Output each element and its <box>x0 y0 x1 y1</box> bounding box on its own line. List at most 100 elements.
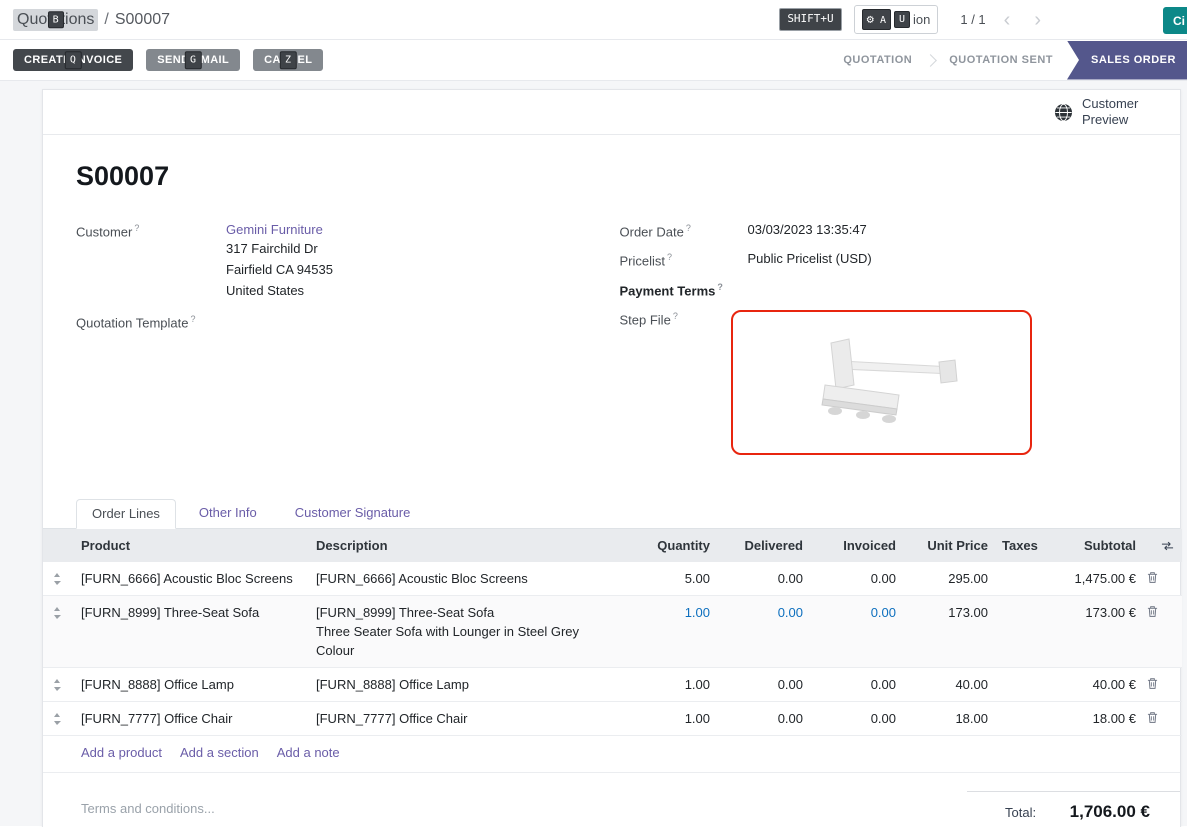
add-a-product-link[interactable]: Add a product <box>81 745 162 760</box>
breadcrumb-record: S00007 <box>115 11 170 29</box>
cell-quantity[interactable]: 1.00 <box>618 667 712 701</box>
delete-row-button[interactable] <box>1138 562 1162 596</box>
sheet-footer: Terms and conditions... Total: 1,706.00 … <box>43 773 1180 827</box>
step-file-preview-image[interactable] <box>731 310 1032 455</box>
totals-block: Total: 1,706.00 € <box>967 791 1180 822</box>
total-label: Total: <box>1005 805 1036 820</box>
cell-delivered[interactable]: 0.00 <box>712 667 805 701</box>
optional-columns-header <box>1162 529 1182 562</box>
tab-customer-signature[interactable]: Customer Signature <box>280 499 426 528</box>
optional-columns-icon[interactable] <box>1161 539 1174 554</box>
action-menu-button[interactable]: ⚙ A U ion <box>854 5 939 34</box>
total-amount: 1,706.00 € <box>1070 802 1150 822</box>
customer-preview-button[interactable]: Customer Preview <box>1054 96 1148 129</box>
notebook-tabs: Order Lines Other Info Customer Signatur… <box>43 499 1180 529</box>
status-quotation[interactable]: QUOTATION <box>829 54 926 66</box>
column-header-taxes: Taxes <box>990 529 1046 562</box>
cell-invoiced[interactable]: 0.00 <box>805 562 898 596</box>
cell-subtotal: 1,475.00 € <box>1046 562 1138 596</box>
cell-invoiced[interactable]: 0.00 <box>805 667 898 701</box>
drag-handle-icon <box>53 713 61 725</box>
drag-handle-icon <box>53 573 61 585</box>
cell-quantity[interactable]: 1.00 <box>618 595 712 667</box>
column-header-description: Description <box>312 529 618 562</box>
status-quotation-sent[interactable]: QUOTATION SENT <box>935 54 1067 66</box>
send-email-button[interactable]: SEND EMAIL G <box>146 49 240 71</box>
field-group-left: Customer? Gemini Furniture 317 Fairchild… <box>76 222 604 467</box>
field-groups: Customer? Gemini Furniture 317 Fairchild… <box>76 222 1147 467</box>
row-drag-handle[interactable] <box>43 701 73 735</box>
tab-order-lines[interactable]: Order Lines <box>76 499 176 529</box>
column-header-delivered: Delivered <box>712 529 805 562</box>
cell-delivered[interactable]: 0.00 <box>712 595 805 667</box>
breadcrumb-separator: / <box>104 11 108 29</box>
status-sales-order-active[interactable]: SALES ORDER <box>1067 41 1187 80</box>
cell-taxes[interactable] <box>990 595 1046 667</box>
cell-quantity[interactable]: 1.00 <box>618 701 712 735</box>
help-marker: ? <box>673 311 678 321</box>
cell-description[interactable]: [FURN_8888] Office Lamp <box>312 667 618 701</box>
action-menu-label: ion <box>913 12 930 27</box>
order-date-field-value[interactable]: 03/03/2023 13:35:47 <box>748 222 867 239</box>
cell-description[interactable]: [FURN_6666] Acoustic Bloc Screens <box>312 562 618 596</box>
cell-delivered[interactable]: 0.00 <box>712 701 805 735</box>
cell-unit-price[interactable]: 18.00 <box>898 701 990 735</box>
row-drag-handle[interactable] <box>43 667 73 701</box>
corner-action-button[interactable]: Ci <box>1163 7 1187 34</box>
pricelist-field-label: Pricelist? <box>620 251 748 268</box>
field-quotation-template[interactable]: Quotation Template? <box>76 313 604 330</box>
cell-unit-price[interactable]: 295.00 <box>898 562 990 596</box>
sheet-body: S00007 Customer? Gemini Furniture 317 Fa… <box>43 135 1180 467</box>
cell-unit-price[interactable]: 173.00 <box>898 595 990 667</box>
cancel-button[interactable]: CANCEL Z <box>253 49 323 71</box>
shortcut-hint-shift-u: SHIFT+U <box>779 8 841 31</box>
top-right-controls: SHIFT+U ⚙ A U ion 1 / 1 ‹ › <box>779 5 1047 34</box>
breadcrumb: Quotations B / S00007 <box>13 9 170 31</box>
cell-description[interactable]: [FURN_7777] Office Chair <box>312 701 618 735</box>
cell-delivered[interactable]: 0.00 <box>712 562 805 596</box>
terms-and-conditions-placeholder[interactable]: Terms and conditions... <box>43 777 215 816</box>
cell-invoiced[interactable]: 0.00 <box>805 595 898 667</box>
cell-subtotal: 40.00 € <box>1046 667 1138 701</box>
cell-taxes[interactable] <box>990 701 1046 735</box>
cell-product[interactable]: [FURN_6666] Acoustic Bloc Screens <box>73 562 312 596</box>
cell-description[interactable]: [FURN_8999] Three-Seat Sofa Three Seater… <box>312 595 618 667</box>
tab-other-info[interactable]: Other Info <box>184 499 272 528</box>
create-invoice-button[interactable]: CREATE INVOICE Q <box>13 49 133 71</box>
cell-product[interactable]: [FURN_8999] Three-Seat Sofa <box>73 595 312 667</box>
record-pager-value[interactable]: 1 / 1 <box>960 12 985 27</box>
trash-icon <box>1147 571 1158 584</box>
cell-taxes[interactable] <box>990 667 1046 701</box>
row-drag-handle[interactable] <box>43 595 73 667</box>
add-a-note-link[interactable]: Add a note <box>277 745 340 760</box>
delete-row-button[interactable] <box>1138 667 1162 701</box>
pager-next-icon[interactable]: › <box>1028 10 1047 30</box>
form-view-area: Customer Preview S00007 Customer? Gemini… <box>0 81 1187 826</box>
add-a-section-link[interactable]: Add a section <box>180 745 259 760</box>
customer-preview-label: Customer Preview <box>1082 96 1148 129</box>
gear-hint-box: ⚙ A <box>862 9 891 30</box>
help-marker: ? <box>134 223 139 233</box>
row-drag-handle[interactable] <box>43 562 73 596</box>
handle-column-header <box>43 529 73 562</box>
help-marker: ? <box>717 282 723 292</box>
breadcrumb-quotations-link[interactable]: Quotations B <box>13 9 98 31</box>
delete-row-button[interactable] <box>1138 595 1162 667</box>
pricelist-field-value[interactable]: Public Pricelist (USD) <box>748 251 872 268</box>
customer-link[interactable]: Gemini Furniture <box>226 222 323 237</box>
cell-taxes[interactable] <box>990 562 1046 596</box>
pager-previous-icon[interactable]: ‹ <box>998 10 1017 30</box>
row-spacer <box>1162 595 1182 667</box>
customer-field-label: Customer? <box>76 222 226 301</box>
field-payment-terms[interactable]: Payment Terms? <box>620 281 1148 298</box>
shortcut-hint-breadcrumb: B <box>48 11 64 29</box>
quotation-template-field-label: Quotation Template? <box>76 313 226 330</box>
delete-row-button[interactable] <box>1138 701 1162 735</box>
cell-unit-price[interactable]: 40.00 <box>898 667 990 701</box>
cell-product[interactable]: [FURN_8888] Office Lamp <box>73 667 312 701</box>
gear-icon: ⚙ <box>867 12 874 26</box>
cell-quantity[interactable]: 5.00 <box>618 562 712 596</box>
trash-icon <box>1147 711 1158 724</box>
cell-invoiced[interactable]: 0.00 <box>805 701 898 735</box>
cell-product[interactable]: [FURN_7777] Office Chair <box>73 701 312 735</box>
